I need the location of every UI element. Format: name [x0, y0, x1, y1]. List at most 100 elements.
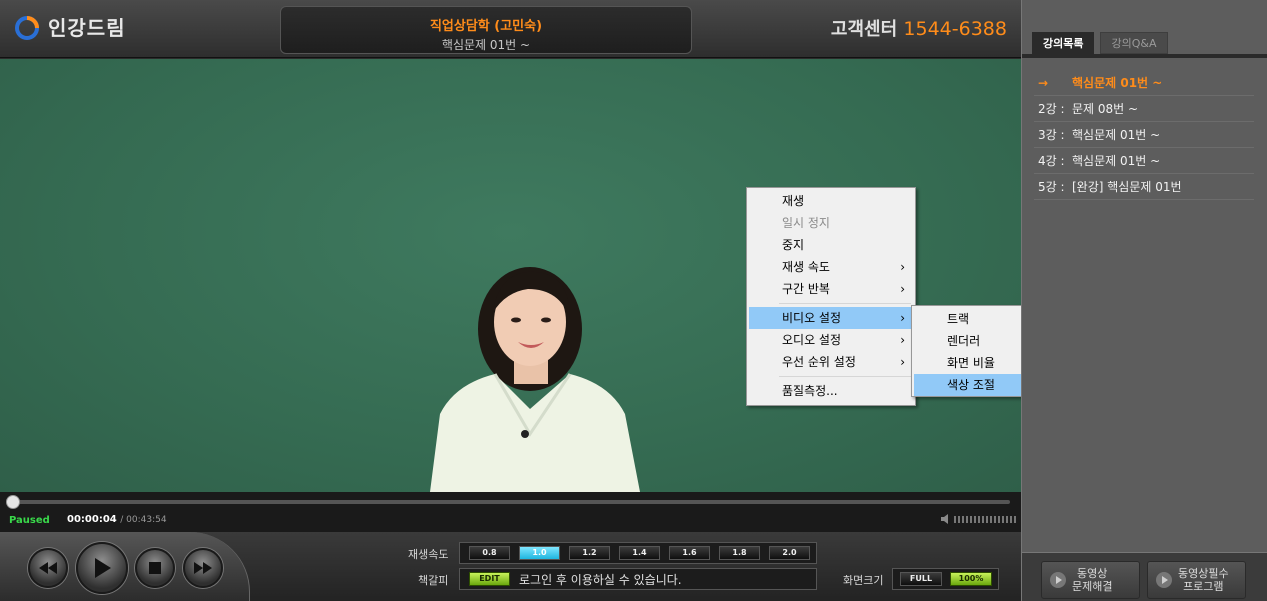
lecture-title: 문제 08번 ~: [1072, 102, 1139, 116]
speed-button[interactable]: 1.4: [619, 546, 660, 560]
chevron-right-icon: ›: [900, 333, 905, 347]
screen-size-selector: FULL 100%: [892, 568, 999, 590]
play-button[interactable]: [76, 542, 128, 594]
bookmark-edit-button[interactable]: EDIT: [469, 572, 510, 586]
menu-item-label: 재생 속도: [782, 260, 830, 274]
menu-item-label: 우선 순위 설정: [782, 355, 856, 369]
speed-selector: 0.8 1.0 1.2 1.4 1.6 1.8 2.0: [459, 542, 817, 564]
menu-item-play[interactable]: 재생: [749, 190, 913, 212]
stop-icon: [149, 562, 161, 574]
lecture-number: 4강 :: [1038, 154, 1065, 168]
menu-item-pause: 일시 정지: [749, 212, 913, 234]
current-time: 00:00:04: [67, 514, 117, 525]
lecture-number: 2강 :: [1038, 102, 1065, 116]
menu-item-label: 재생: [782, 194, 805, 208]
time-display: 00:00:04 / 00:43:54: [67, 514, 167, 525]
menu-item-label: 화면 비율: [947, 356, 995, 370]
tab-lecture-qa[interactable]: 강의Q&A: [1100, 32, 1168, 54]
speed-button[interactable]: 0.8: [469, 546, 510, 560]
lecture-number: 5강 :: [1038, 180, 1065, 194]
chevron-right-icon: ›: [900, 355, 905, 369]
seek-area: Paused 00:00:04 / 00:43:54: [0, 492, 1021, 532]
seek-handle[interactable]: [6, 495, 20, 509]
play-circle-icon: [1050, 572, 1066, 588]
lecture-number: 3강 :: [1038, 128, 1065, 142]
rewind-icon: [39, 562, 57, 574]
speaker-icon: [941, 514, 948, 524]
sidebar-tabs: 강의목록 강의Q&A: [1032, 32, 1168, 54]
lecture-number: →: [1038, 76, 1049, 90]
video-troubleshoot-button[interactable]: 동영상 문제해결: [1041, 561, 1140, 599]
lecture-item[interactable]: 3강 : 핵심문제 01번 ~: [1034, 122, 1254, 148]
speed-button-selected[interactable]: 1.0: [519, 546, 560, 560]
speed-button[interactable]: 1.2: [569, 546, 610, 560]
chevron-right-icon: ›: [900, 260, 905, 274]
menu-item-label: 품질측정...: [782, 384, 838, 398]
lecture-title-box: 직업상담학 (고민숙) 핵심문제 01번 ~: [280, 6, 692, 54]
sidebar-bottom: 동영상 문제해결 동영상필수 프로그램: [1022, 552, 1267, 601]
stop-button[interactable]: [135, 548, 175, 588]
screen-size-label: 화면크기: [843, 574, 884, 587]
customer-center: 고객센터 1544-6388: [831, 15, 1007, 41]
lecture-item[interactable]: 2강 : 문제 08번 ~: [1034, 96, 1254, 122]
lecture-title: 핵심문제 01번 ~: [441, 38, 531, 52]
menu-item-video-settings[interactable]: 비디오 설정 ›: [749, 307, 913, 329]
lecture-item[interactable]: 4강 : 핵심문제 01번 ~: [1034, 148, 1254, 174]
bookmark-row: EDIT 로그인 후 이용하실 수 있습니다.: [459, 568, 817, 590]
chevron-right-icon: ›: [900, 311, 905, 325]
menu-separator: [779, 376, 911, 377]
rewind-button[interactable]: [28, 548, 68, 588]
play-icon: [95, 558, 111, 578]
menu-item-label: 일시 정지: [782, 216, 830, 230]
menu-item-label: 렌더러: [947, 334, 981, 348]
fast-forward-button[interactable]: [183, 548, 223, 588]
speed-label: 재생속도: [408, 548, 449, 561]
menu-item-label: 중지: [782, 238, 805, 252]
transport-buttons: [0, 532, 250, 601]
logo: 인강드림: [14, 12, 126, 41]
duration: / 00:43:54: [120, 515, 167, 525]
speed-button[interactable]: 1.6: [669, 546, 710, 560]
sidebar: 강의목록 강의Q&A → 핵심문제 01번 ~ 2강 : 문제 08번 ~ 3강…: [1021, 0, 1267, 601]
menu-item-playback-speed[interactable]: 재생 속도 ›: [749, 256, 913, 278]
volume-bars[interactable]: [954, 515, 1016, 523]
lecture-item-current[interactable]: → 핵심문제 01번 ~: [1034, 70, 1254, 96]
menu-item-priority-settings[interactable]: 우선 순위 설정 ›: [749, 351, 913, 373]
required-program-button[interactable]: 동영상필수 프로그램: [1147, 561, 1246, 599]
lecture-title: 핵심문제 01번 ~: [1072, 154, 1161, 168]
customer-center-label: 고객센터: [830, 19, 898, 40]
volume-control[interactable]: [941, 514, 1016, 524]
playback-status: Paused: [9, 515, 50, 526]
lecturer-image: [430, 267, 640, 492]
menu-item-label: 구간 반복: [782, 282, 830, 296]
button-label: 동영상필수 프로그램: [1178, 567, 1229, 593]
speed-button[interactable]: 1.8: [719, 546, 760, 560]
lecture-title: 핵심문제 01번 ~: [1072, 76, 1163, 90]
menu-item-label: 오디오 설정: [782, 333, 842, 347]
menu-item-quality-measure[interactable]: 품질측정...: [749, 380, 913, 402]
bookmark-message: 로그인 후 이용하실 수 있습니다.: [519, 572, 682, 587]
menu-item-audio-settings[interactable]: 오디오 설정 ›: [749, 329, 913, 351]
menu-item-label: 색상 조절: [947, 378, 995, 392]
seek-track[interactable]: [12, 500, 1010, 504]
player-window: 인강드림 직업상담학 (고민숙) 핵심문제 01번 ~ 고객센터 1544-63…: [0, 0, 1267, 601]
size-100-button[interactable]: 100%: [950, 572, 992, 586]
lecture-title: [완강] 핵심문제 01번: [1072, 180, 1182, 194]
button-label: 동영상 문제해결: [1072, 567, 1113, 593]
course-title: 직업상담학 (고민숙): [429, 19, 543, 34]
menu-item-stop[interactable]: 중지: [749, 234, 913, 256]
speed-button[interactable]: 2.0: [769, 546, 810, 560]
menu-separator: [779, 303, 911, 304]
fast-forward-icon: [194, 562, 212, 574]
menu-item-section-repeat[interactable]: 구간 반복 ›: [749, 278, 913, 300]
context-menu: 재생 일시 정지 중지 재생 속도 › 구간 반복 › 비디오 설정 › 오디오 설정…: [746, 187, 916, 406]
logo-icon: [15, 15, 39, 40]
tab-lecture-list[interactable]: 강의목록: [1032, 32, 1095, 54]
logo-text: 인강드림: [48, 16, 126, 40]
customer-center-number: 1544-6388: [903, 18, 1007, 40]
menu-item-label: 트랙: [947, 312, 970, 326]
chevron-right-icon: ›: [900, 282, 905, 296]
lecture-item[interactable]: 5강 : [완강] 핵심문제 01번: [1034, 174, 1254, 200]
menu-item-label: 비디오 설정: [782, 311, 842, 325]
full-screen-button[interactable]: FULL: [900, 572, 942, 586]
